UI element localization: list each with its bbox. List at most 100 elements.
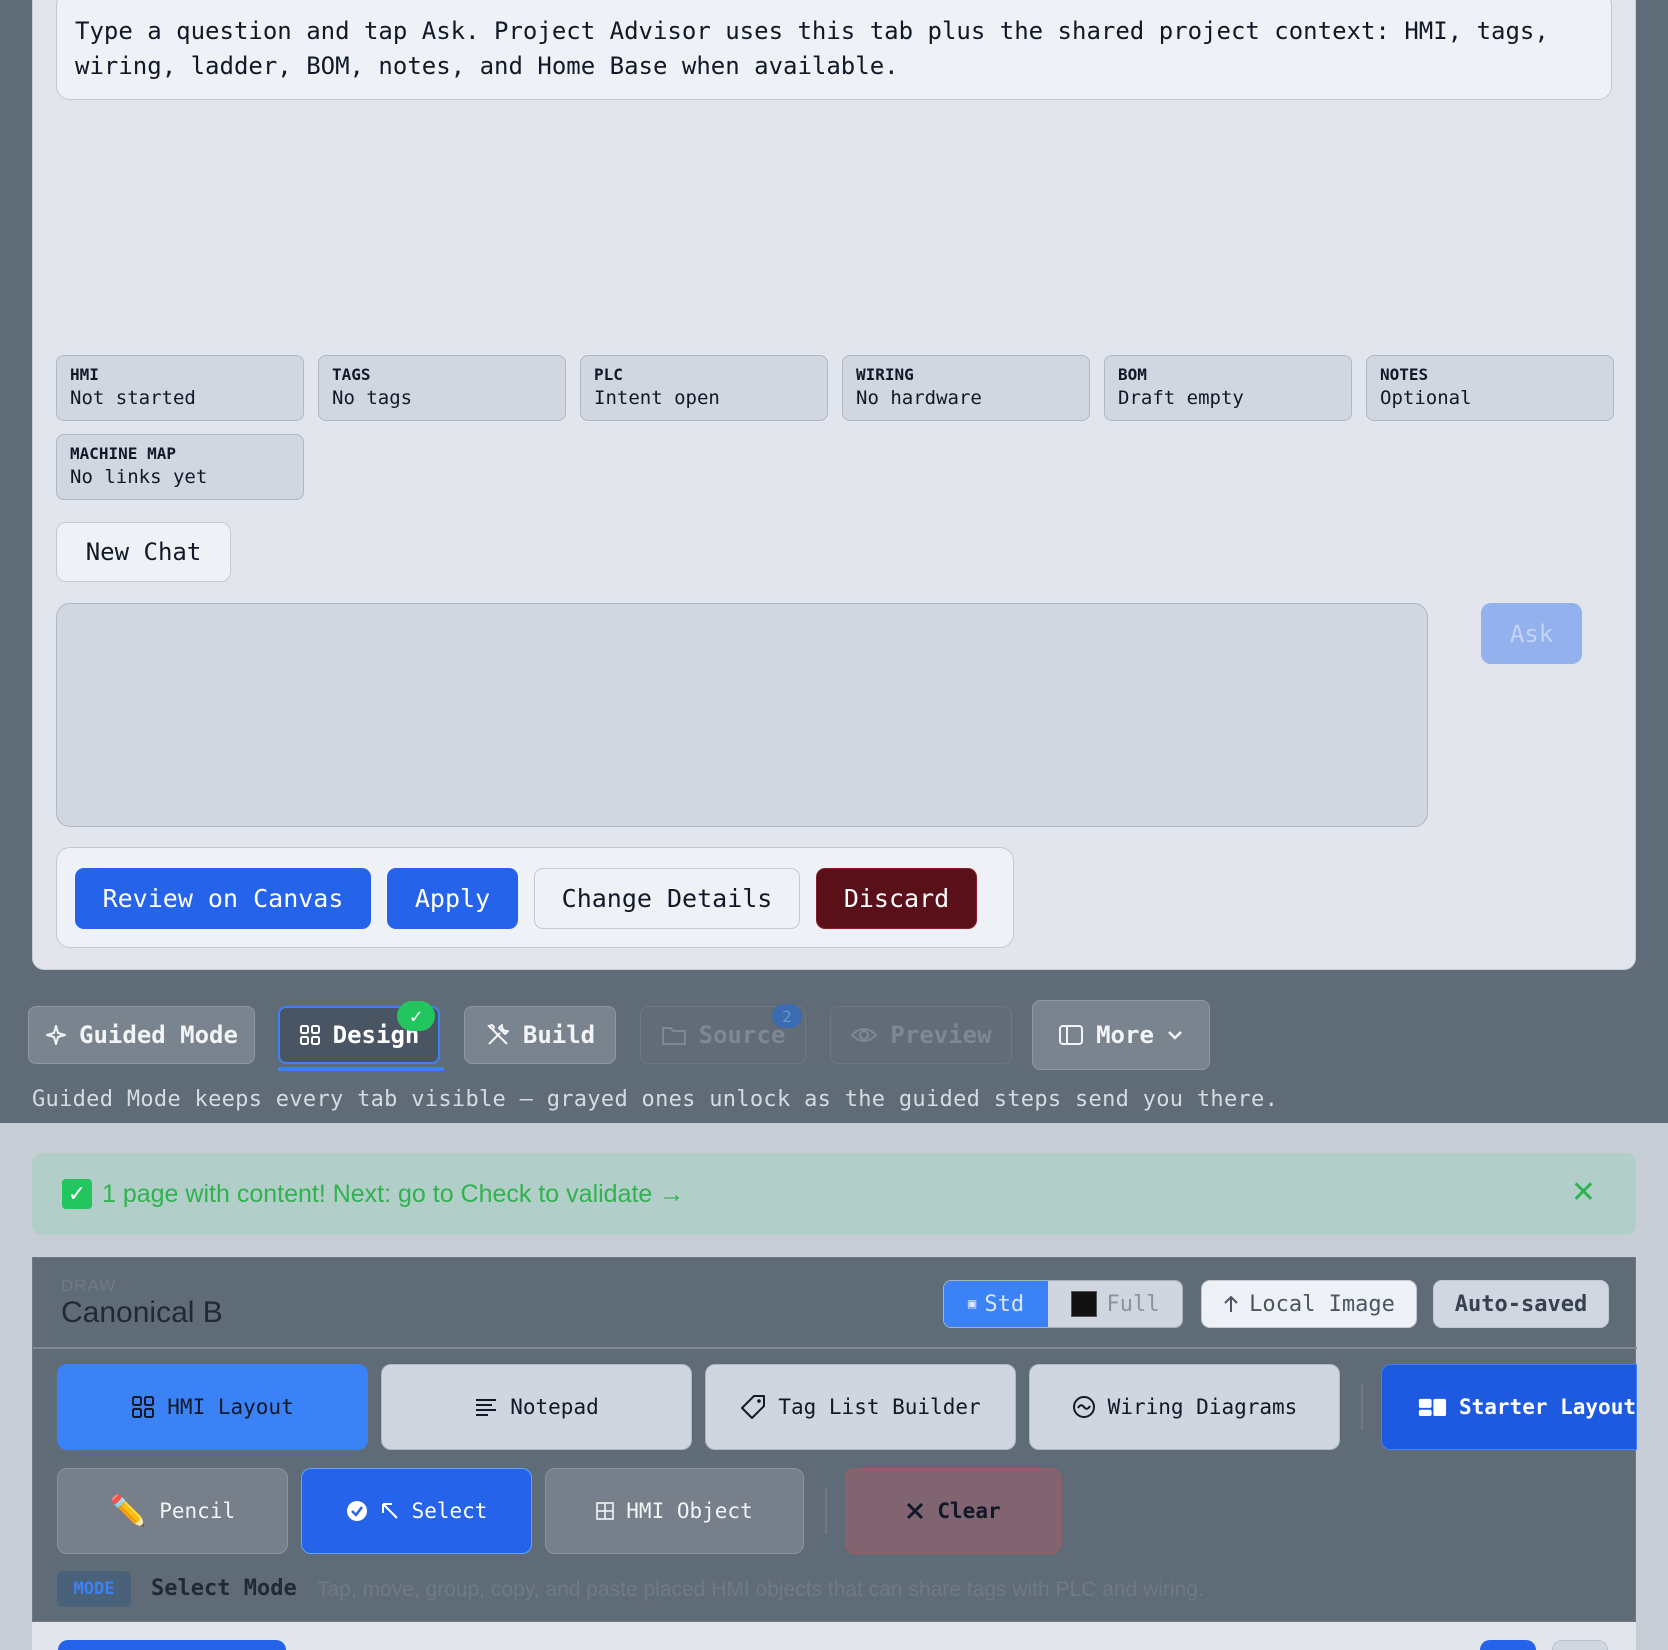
full-option[interactable]: Full [1048,1281,1182,1327]
tab-preview[interactable]: Preview [830,1006,1012,1064]
grid-icon [299,1025,320,1045]
chip-key: WIRING [856,365,914,384]
chip-value: Optional [1380,387,1472,409]
local-image-label: Local Image [1249,1291,1395,1317]
tab-label: Guided Mode [79,1021,238,1049]
black-square-icon [1070,1291,1097,1317]
tab-more[interactable]: More [1032,1000,1210,1070]
local-image-button[interactable]: Local Image [1201,1280,1417,1328]
ask-button[interactable]: Ask [1481,603,1582,664]
tool-label: Tag List Builder [778,1395,981,1419]
check-circle-icon [346,1501,367,1521]
sparkle-icon [46,1025,67,1045]
chip-wiring[interactable]: WIRING No hardware [842,355,1090,421]
tool-wiring-diagrams[interactable]: Wiring Diagrams [1029,1364,1340,1450]
tool-pencil[interactable]: ✏️ Pencil [57,1468,288,1554]
close-icon [907,1502,924,1520]
chip-notes[interactable]: NOTES Optional [1366,355,1614,421]
toolbar-separator [1361,1384,1363,1430]
source-count-badge: 2 [772,1004,802,1028]
proposal-actions: Review on Canvas Apply Change Details Di… [56,847,1014,948]
tab-build[interactable]: Build [464,1006,616,1064]
chip-key: HMI [70,365,99,384]
canvas-size-toggle: ▣ Std Full [943,1280,1183,1328]
tab-guided-mode[interactable]: Guided Mode [28,1006,255,1064]
clear-button[interactable]: Clear [845,1468,1061,1554]
mode-name: Select Mode [151,1576,297,1601]
chip-key: BOM [1118,365,1147,384]
review-on-canvas-button[interactable]: Review on Canvas [75,868,371,929]
tag-icon [741,1395,766,1419]
wave-circle-icon [1072,1396,1095,1418]
layout-grid-icon [132,1396,155,1418]
starter-layout-icon [1418,1398,1447,1417]
tab-label: Build [522,1021,596,1049]
tool-hmi-layout[interactable]: HMI Layout [57,1364,368,1450]
section-label: DRAW [61,1276,117,1295]
bottom-blue-toggle[interactable] [1480,1640,1536,1650]
chip-value: Not started [70,387,196,409]
chip-key: TAGS [332,365,371,384]
tool-label: Wiring Diagrams [1107,1395,1298,1419]
panel-icon [1059,1025,1084,1045]
discard-button[interactable]: Discard [816,868,977,929]
mode-badge: MODE [57,1571,131,1607]
chip-hmi[interactable]: HMI Not started [56,355,304,421]
toolbar-separator [825,1488,827,1534]
chip-value: Draft empty [1118,387,1244,409]
bottom-primary-button[interactable] [58,1640,286,1650]
tab-label: More [1096,1021,1154,1049]
project-advisor-panel: Type a question and tap Ask. Project Adv… [32,0,1636,970]
bottom-gray-toggle[interactable] [1552,1640,1608,1650]
close-icon[interactable]: ✕ [1571,1175,1596,1210]
banner-text[interactable]: 1 page with content! Next: go to Check t… [102,1180,684,1209]
tools-icon [487,1023,509,1045]
std-label: Std [984,1291,1025,1317]
tool-label: HMI Layout [167,1395,294,1419]
tool-starter-layout[interactable]: Starter Layout [1381,1364,1637,1450]
tool-label: Notepad [510,1395,599,1419]
upload-arrow-icon [1224,1295,1238,1312]
chip-value: Intent open [594,387,720,409]
advisor-intro-text: Type a question and tap Ask. Project Adv… [56,0,1612,100]
std-option[interactable]: ▣ Std [944,1281,1048,1327]
tab-label: Preview [890,1021,992,1049]
new-chat-button[interactable]: New Chat [56,522,231,582]
active-tab-indicator [278,1067,444,1071]
chip-bom[interactable]: BOM Draft empty [1104,355,1352,421]
question-input[interactable] [56,603,1428,827]
tool-label: Pencil [159,1499,236,1523]
chip-value: No tags [332,387,413,409]
apply-button[interactable]: Apply [387,868,518,929]
tool-tag-list-builder[interactable]: Tag List Builder [705,1364,1016,1450]
lines-icon [476,1399,497,1416]
tool-label: Clear [937,1499,1001,1523]
mode-description: Tap, move, group, copy, and paste placed… [317,1578,1204,1601]
square-small-icon: ▣ [967,1296,977,1312]
chip-key: PLC [594,365,623,384]
tool-label: HMI Object [626,1499,753,1523]
cursor-icon [381,1503,398,1519]
tab-label: Source [698,1021,786,1049]
tool-notepad[interactable]: Notepad [381,1364,692,1450]
pencil-icon: ✏️ [109,1493,148,1529]
chip-value: No hardware [856,387,982,409]
change-details-button[interactable]: Change Details [534,868,800,929]
success-banner: ✓ 1 page with content! Next: go to Check… [32,1153,1636,1235]
tool-label: Starter Layout [1458,1395,1636,1419]
chip-machine-map[interactable]: MACHINE MAP No links yet [56,434,304,500]
divider [33,1347,1637,1349]
chip-key: MACHINE MAP [70,444,176,463]
tool-hmi-object[interactable]: HMI Object [545,1468,804,1554]
chip-tags[interactable]: TAGS No tags [318,355,566,421]
chip-value: No links yet [70,466,208,488]
tool-select[interactable]: Select [301,1468,532,1554]
full-label: Full [1106,1291,1160,1317]
chip-plc[interactable]: PLC Intent open [580,355,828,421]
page-title: Canonical B [61,1296,223,1329]
tabs-hint: Guided Mode keeps every tab visible — gr… [32,1087,1279,1112]
draw-panel: DRAW Canonical B ▣ Std Full Local Image … [32,1257,1637,1622]
grid-small-icon [596,1502,615,1520]
check-icon: ✓ [62,1179,92,1209]
autosaved-badge: Auto-saved [1433,1280,1609,1328]
